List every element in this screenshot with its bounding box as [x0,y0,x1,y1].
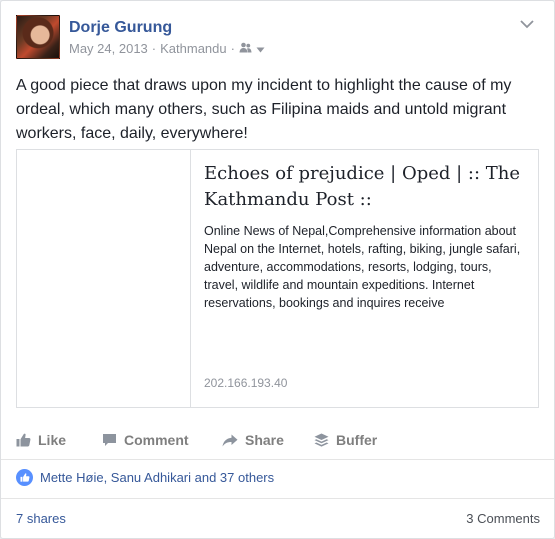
post-location[interactable]: Kathmandu [160,41,227,56]
post-meta: May 24, 2013 · Kathmandu · [69,41,265,56]
buffer-button[interactable]: Buffer [314,432,377,448]
shares-count[interactable]: 7 shares [16,511,66,526]
link-description: Online News of Nepal,Comprehensive infor… [204,224,521,310]
post-date[interactable]: May 24, 2013 [69,41,148,56]
comment-icon [102,433,117,447]
likers-text[interactable]: Mette Høie, Sanu Adhikari and 37 others [40,470,274,485]
divider [1,498,554,499]
meta-separator: · [230,41,235,56]
buffer-label: Buffer [336,432,378,448]
likes-summary[interactable]: Mette Høie, Sanu Adhikari and 37 others [16,468,274,486]
comment-label: Comment [124,432,189,448]
share-button[interactable]: Share [222,432,314,448]
comment-button[interactable]: Comment [102,432,222,448]
friends-icon[interactable] [239,41,252,56]
link-thumbnail[interactable] [17,150,191,407]
link-domain: 202.166.193.40 [204,376,288,390]
buffer-stack-icon [314,433,329,447]
link-preview[interactable]: Echoes of prejudice | Oped | :: The Kath… [16,149,539,408]
like-label: Like [38,432,67,448]
post-header: Dorje Gurung May 24, 2013 · Kathmandu · [16,15,536,59]
divider [1,459,554,460]
post-text: A good piece that draws upon my incident… [16,77,512,142]
link-title[interactable]: Echoes of prejudice | Oped | :: The Kath… [204,161,529,213]
share-label: Share [245,432,284,448]
link-body: Echoes of prejudice | Oped | :: The Kath… [204,161,529,312]
audience-chevron-icon[interactable] [256,41,265,56]
meta-separator: · [151,41,157,56]
like-badge-icon [16,468,33,486]
chevron-down-icon[interactable] [518,17,536,31]
like-button[interactable]: Like [16,432,102,448]
comments-count[interactable]: 3 Comments [466,511,540,526]
share-arrow-icon [222,434,238,447]
thumbs-up-icon [16,433,31,447]
avatar[interactable] [16,15,60,59]
author-name[interactable]: Dorje Gurung [69,19,172,37]
action-bar: Like Comment Share Buffer [16,429,541,451]
post-card: Dorje Gurung May 24, 2013 · Kathmandu · … [0,0,555,539]
